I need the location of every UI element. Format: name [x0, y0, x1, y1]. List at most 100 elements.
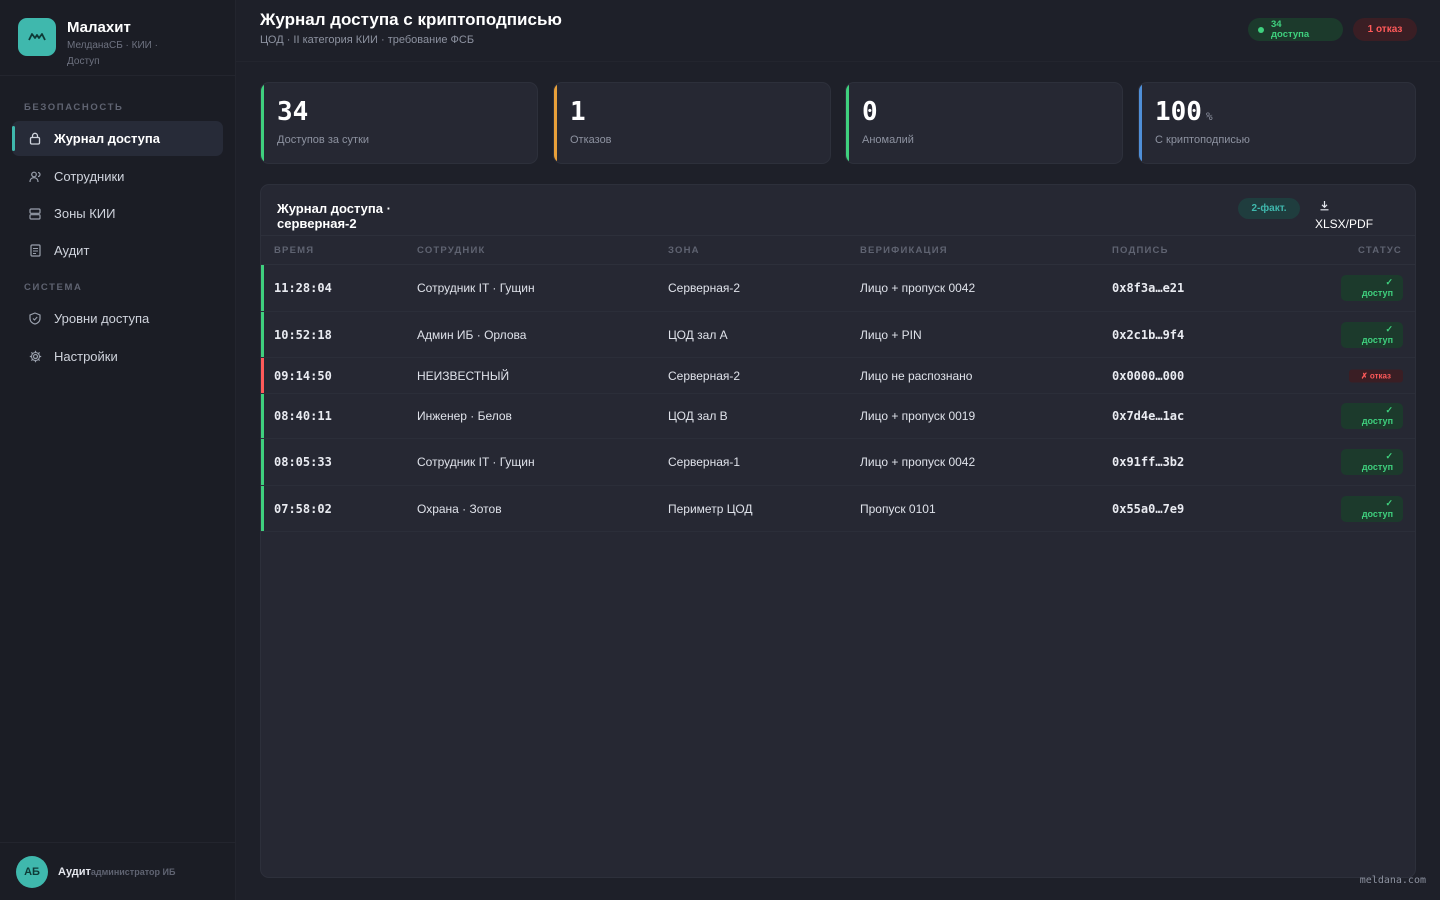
cell-employee: Админ ИБ · Орлова — [417, 327, 527, 342]
check-icon: ✓ — [1385, 323, 1393, 334]
brand-logo-icon — [18, 18, 56, 56]
stat-number: 100 — [1155, 97, 1202, 127]
column-header: Подпись — [1112, 245, 1169, 256]
row-status-edge — [261, 312, 264, 357]
sidebar-item-audit[interactable]: Аудит — [12, 233, 223, 268]
section-label-system: Система — [24, 282, 83, 293]
export-button[interactable]: XLSX/PDF — [1315, 200, 1373, 231]
avatar: АБ — [16, 855, 48, 888]
status-dot-icon — [1258, 26, 1264, 33]
users-icon — [28, 170, 42, 184]
table-row[interactable]: 07:58:02 Охрана · Зотов Периметр ЦОД Про… — [261, 486, 1415, 532]
gear-icon — [28, 350, 42, 364]
cell-time: 09:14:50 — [274, 368, 332, 383]
status-badge: ✓ доступ — [1341, 449, 1403, 475]
check-icon: ✓ — [1385, 497, 1393, 508]
cell-zone: ЦОД зал А — [668, 327, 728, 342]
cell-time: 08:05:33 — [274, 455, 332, 469]
cell-verification: Лицо не распознано — [860, 368, 973, 383]
cell-verification: Лицо + пропуск 0019 — [860, 409, 976, 423]
stat-value: 100% — [1155, 97, 1213, 127]
brand-subtitle: МелданаСБ · КИИ · Доступ — [67, 40, 158, 67]
brand-name: Малахит — [67, 19, 131, 36]
sidebar-item-employees[interactable]: Сотрудники — [12, 159, 223, 194]
table-row[interactable]: 10:52:18 Админ ИБ · Орлова ЦОД зал А Лиц… — [261, 312, 1415, 358]
shield-icon — [28, 312, 42, 326]
sidebar-item-label: Зоны КИИ — [54, 206, 116, 221]
panel-title: Журнал доступа · серверная-2 — [277, 201, 391, 231]
status-text: доступ — [1361, 416, 1393, 426]
table-row[interactable]: 09:14:50 НЕИЗВЕСТНЫЙ Серверная-2 Лицо не… — [261, 358, 1415, 394]
sidebar-item-label: Сотрудники — [54, 169, 125, 184]
sidebar-item-access-log[interactable]: Журнал доступа — [12, 121, 223, 156]
status-badge: ✗ отказ — [1349, 369, 1403, 382]
column-header: Зона — [668, 245, 700, 256]
cell-verification: Лицо + пропуск 0042 — [860, 455, 976, 469]
row-status-edge — [261, 439, 264, 485]
cell-employee: Охрана · Зотов — [417, 501, 502, 516]
stat-unit: % — [1205, 110, 1213, 123]
column-header: Верификация — [860, 245, 948, 256]
stat-number: 1 — [570, 97, 586, 127]
stat-label: Доступов за сутки — [277, 134, 370, 146]
stat-label: Отказов — [570, 134, 612, 146]
brand: Малахит МелданаСБ · КИИ · Доступ — [0, 0, 235, 76]
export-label: XLSX/PDF — [1315, 217, 1374, 231]
stat-value: 34 — [277, 97, 308, 127]
column-header: Время — [274, 245, 315, 256]
sidebar-item-settings[interactable]: Настройки — [12, 339, 223, 374]
sidebar-item-label: Журнал доступа — [54, 131, 160, 146]
lock-icon — [28, 132, 42, 146]
document-icon — [28, 244, 42, 258]
cell-verification: Лицо + PIN — [860, 327, 922, 342]
access-count-label: доступа — [1271, 28, 1310, 40]
access-count-badge: 34 доступа — [1248, 18, 1343, 41]
table-row[interactable]: 08:05:33 Сотрудник IT · Гущин Серверная-… — [261, 439, 1415, 486]
cell-zone: Периметр ЦОД — [668, 501, 753, 516]
two-factor-badge[interactable]: 2-факт. — [1238, 198, 1300, 219]
cell-employee: Сотрудник IT · Гущин — [417, 455, 535, 469]
table-row[interactable]: 11:28:04 Сотрудник IT · Гущин Серверная-… — [261, 265, 1415, 312]
cell-signature: 0x55a0…7e9 — [1112, 501, 1185, 516]
cell-time: 11:28:04 — [274, 281, 332, 295]
cell-employee: Сотрудник IT · Гущин — [417, 281, 535, 295]
column-header: Сотрудник — [417, 245, 486, 256]
status-text: доступ — [1361, 288, 1393, 298]
denial-count-badge: 1 отказ — [1353, 18, 1417, 41]
row-status-edge — [261, 358, 264, 393]
user-profile[interactable]: АБ Аудитадминистратор ИБ — [0, 842, 236, 900]
cell-time: 08:40:11 — [274, 409, 332, 423]
user-name-text: Аудит — [58, 865, 91, 878]
sidebar-item-label: Настройки — [54, 349, 118, 364]
status-text: доступ — [1361, 508, 1393, 519]
stat-value: 1 — [570, 97, 586, 127]
cell-time: 10:52:18 — [274, 327, 332, 342]
stat-card-accesses: 34 Доступов за сутки — [260, 82, 538, 164]
table-header: Время Сотрудник Зона Верификация Подпись… — [261, 235, 1415, 265]
table-row[interactable]: 08:40:11 Инженер · Белов ЦОД зал В Лицо … — [261, 394, 1415, 439]
cell-signature: 0x0000…000 — [1112, 368, 1185, 383]
stat-number: 0 — [862, 97, 878, 127]
column-header: Статус — [1358, 245, 1402, 256]
card-accent-bar — [261, 83, 264, 163]
section-label-security: Безопасность — [24, 102, 124, 113]
sidebar-item-zones[interactable]: Зоны КИИ — [12, 196, 223, 231]
row-status-edge — [261, 394, 264, 438]
status-badge: ✓ доступ — [1341, 495, 1403, 522]
cell-time: 07:58:02 — [274, 501, 332, 516]
page-title: Журнал доступа с криптоподписью — [260, 10, 562, 29]
cell-zone: Серверная-2 — [668, 368, 741, 383]
stat-label: С криптоподписью — [1155, 134, 1250, 146]
card-accent-bar — [846, 83, 849, 163]
sidebar-item-access-levels[interactable]: Уровни доступа — [12, 301, 223, 336]
page-subtitle: ЦОД · II категория КИИ · требование ФСБ — [260, 34, 475, 46]
stat-card-denials: 1 Отказов — [553, 82, 831, 164]
status-text: доступ — [1361, 462, 1393, 472]
user-name: Аудитадминистратор ИБ — [58, 866, 175, 878]
cell-signature: 0x91ff…3b2 — [1112, 455, 1185, 469]
cell-signature: 0x2c1b…9f4 — [1112, 327, 1185, 342]
status-badge: ✓ доступ — [1341, 403, 1403, 429]
stat-card-anomalies: 0 Аномалий — [845, 82, 1123, 164]
check-icon: ✓ — [1385, 451, 1393, 461]
cell-zone: ЦОД зал В — [668, 409, 728, 423]
